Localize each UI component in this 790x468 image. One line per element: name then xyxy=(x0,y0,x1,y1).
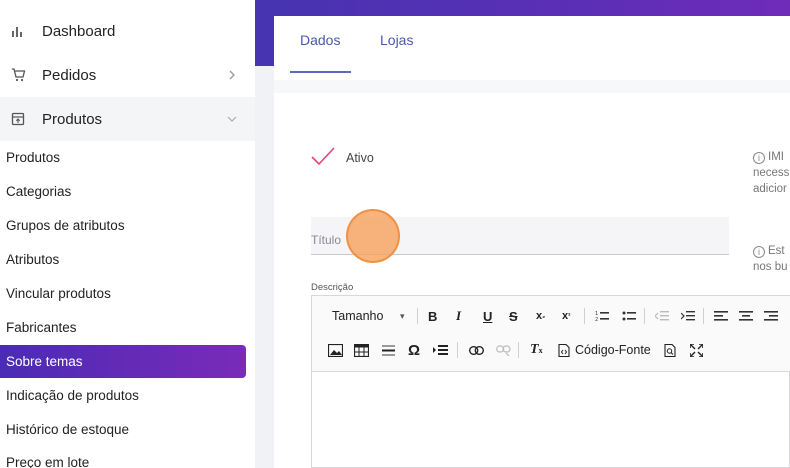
nav-dashboard[interactable]: Dashboard xyxy=(0,9,255,53)
subscript-icon[interactable]: x₂ xyxy=(536,307,545,325)
svg-text:2: 2 xyxy=(595,317,598,322)
sub-item-sobre-temas[interactable]: Sobre temas xyxy=(0,345,246,378)
font-size-label: Tamanho xyxy=(332,309,384,323)
rich-text-editor: Tamanho ▾ B I U S x₂ x² 12 Ω T x Código-… xyxy=(311,295,790,468)
toolbar-row-1: Tamanho ▾ B I U S x₂ x² 12 xyxy=(312,299,790,333)
image-icon[interactable] xyxy=(328,341,343,359)
form-card: Dados Lojas Ativo i IMI necess adicior iE… xyxy=(274,16,790,468)
sub-item-categorias[interactable]: Categorias xyxy=(0,175,246,208)
toolbar-divider xyxy=(518,342,519,358)
superscript-icon[interactable]: x² xyxy=(562,307,570,325)
descricao-label: Descrição xyxy=(311,282,354,293)
editor-toolbar: Tamanho ▾ B I U S x₂ x² 12 Ω T x Código-… xyxy=(312,296,790,372)
toolbar-divider xyxy=(584,308,585,324)
align-right-icon[interactable] xyxy=(764,307,778,325)
nav-produtos[interactable]: Produtos xyxy=(0,97,255,141)
tab-lojas[interactable]: Lojas xyxy=(380,32,413,48)
remove-format-icon[interactable]: Tx xyxy=(530,341,543,359)
numbered-list-icon[interactable]: 12 xyxy=(595,307,609,325)
bold-icon[interactable]: B xyxy=(428,307,437,325)
sub-item-vincular-produtos[interactable]: Vincular produtos xyxy=(0,277,246,310)
sub-item-indicacao-de-produtos[interactable]: Indicação de produtos xyxy=(0,379,246,412)
preview-icon[interactable] xyxy=(664,341,676,359)
italic-icon[interactable]: I xyxy=(456,307,461,325)
check-icon xyxy=(311,147,335,166)
underline-icon[interactable]: U xyxy=(483,307,492,325)
page-break-icon[interactable] xyxy=(433,341,448,359)
info-note-titulo-line2: nos bu xyxy=(753,261,788,273)
table-icon[interactable] xyxy=(354,341,369,359)
source-code-icon xyxy=(558,343,570,357)
sub-item-produtos[interactable]: Produtos xyxy=(0,141,246,174)
unlink-icon[interactable] xyxy=(496,341,511,359)
bar-chart-icon xyxy=(10,23,26,39)
nav-pedidos[interactable]: Pedidos xyxy=(0,53,255,97)
titulo-placeholder: Título xyxy=(311,233,342,247)
sidebar: Dashboard Pedidos Produtos Produtos Cate… xyxy=(0,0,255,468)
align-left-icon[interactable] xyxy=(714,307,728,325)
toolbar-divider xyxy=(703,308,704,324)
outdent-icon[interactable] xyxy=(655,307,669,325)
info-note-titulo: i Est nos bu xyxy=(753,243,788,275)
nav-dashboard-label: Dashboard xyxy=(42,22,116,40)
divider xyxy=(274,80,790,93)
touch-indicator xyxy=(346,209,400,263)
info-note-titulo-line1: Est xyxy=(768,245,785,257)
cart-icon xyxy=(10,67,26,83)
fullscreen-icon[interactable] xyxy=(690,341,703,359)
bullet-list-icon[interactable] xyxy=(622,307,636,325)
editor-content-area[interactable] xyxy=(312,373,790,468)
toolbar-divider xyxy=(457,342,458,358)
tab-bar: Dados Lojas xyxy=(274,16,790,80)
toolbar-divider xyxy=(417,308,418,324)
chevron-down-icon xyxy=(226,113,238,125)
horizontal-rule-icon[interactable] xyxy=(382,341,395,359)
strikethrough-icon[interactable]: S xyxy=(509,307,518,325)
sub-item-grupos-de-atributos[interactable]: Grupos de atributos xyxy=(0,209,246,242)
sub-item-atributos[interactable]: Atributos xyxy=(0,243,246,276)
ativo-checkbox[interactable] xyxy=(310,146,336,168)
source-code-label: Código-Fonte xyxy=(575,343,651,357)
toolbar-row-2: Ω Tx Código-Fonte xyxy=(312,333,790,367)
chevron-right-icon xyxy=(226,69,238,81)
sub-item-preco-em-lote[interactable]: Preço em lote xyxy=(0,446,246,468)
sub-item-historico-de-estoque[interactable]: Histórico de estoque xyxy=(0,413,246,446)
link-icon[interactable] xyxy=(469,341,484,359)
info-note-ativo: i IMI necess adicior xyxy=(753,149,789,197)
special-char-icon[interactable]: Ω xyxy=(408,341,420,359)
chevron-down-icon[interactable]: ▾ xyxy=(400,307,405,325)
sub-item-fabricantes[interactable]: Fabricantes xyxy=(0,311,246,344)
indent-icon[interactable] xyxy=(681,307,695,325)
info-icon: i xyxy=(753,152,765,164)
font-size-select[interactable]: Tamanho xyxy=(332,307,383,325)
ativo-label: Ativo xyxy=(346,151,374,165)
box-icon xyxy=(10,111,26,127)
info-note-ativo-line2: necess xyxy=(753,167,790,179)
info-icon: i xyxy=(753,246,765,258)
info-note-ativo-line3: adicior xyxy=(753,183,787,195)
align-center-icon[interactable] xyxy=(739,307,753,325)
nav-produtos-label: Produtos xyxy=(42,110,103,128)
active-tab-indicator xyxy=(290,71,351,73)
source-code-button[interactable]: Código-Fonte xyxy=(558,341,651,359)
info-note-ativo-line1: IMI xyxy=(768,151,784,163)
toolbar-divider xyxy=(644,308,645,324)
nav-pedidos-label: Pedidos xyxy=(42,66,97,84)
tab-dados[interactable]: Dados xyxy=(300,32,340,48)
